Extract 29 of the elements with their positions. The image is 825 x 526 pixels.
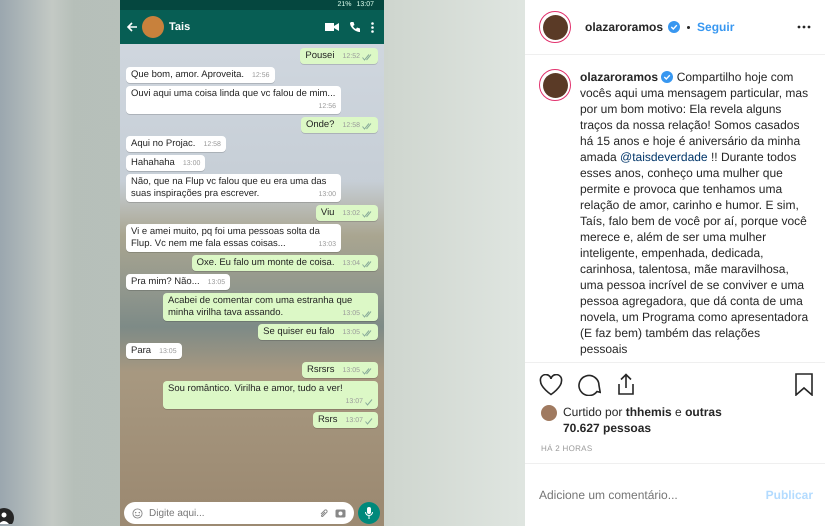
verified-badge-icon xyxy=(668,21,680,33)
profile-avatar[interactable] xyxy=(539,69,571,101)
post-timestamp: HÁ 2 HORAS xyxy=(540,443,594,455)
contact-avatar xyxy=(142,16,164,38)
username-link[interactable]: olazaroramos xyxy=(580,70,658,84)
verified-badge-icon xyxy=(661,71,674,83)
mention-link[interactable]: @taisdeverdade xyxy=(620,150,708,164)
likes-summary: Curtido por thhemis e outras 70.627 pessoas xyxy=(563,404,723,436)
comment-icon[interactable] xyxy=(577,373,601,396)
microphone-icon xyxy=(365,507,373,519)
contact-name: Tais xyxy=(169,21,192,33)
back-arrow-icon[interactable] xyxy=(126,21,138,33)
profile-avatar[interactable] xyxy=(539,11,571,43)
separator-dot xyxy=(687,26,690,28)
phone-icon[interactable] xyxy=(349,21,361,33)
bookmark-icon[interactable] xyxy=(795,373,813,396)
microphone-button[interactable] xyxy=(358,502,380,524)
video-camera-icon[interactable] xyxy=(325,22,339,32)
paperclip-icon[interactable] xyxy=(319,508,329,518)
more-options-icon[interactable] xyxy=(371,22,374,32)
message-bar[interactable]: Digite aqui... xyxy=(124,502,354,524)
more-options-icon[interactable] xyxy=(797,25,811,29)
post-caption: olazaroramos Compartilho hoje com vocês aqui uma mensagem particular, mas por um bom motivo: Ela revela alguns traços da nossa relação! Somos casados há 15 anos e hoje é aniversário da minha amada @taisdeverdade !! Durante todos esses anos, conheço uma mulher que permite e provoca que tenhamos uma relação de amor, carinho e humor. E sim, Taís, falo bem de você por aí, porque você merece e, além de ser uma mulher inteligente, empenhada, dedicada, carinhosa, talentosa, mãe maravilhosa, uma pessoa incrível de se conviver e uma pessoa agregadora, que dá conta de uma novela, um Programa como apresentadora (E faz bem) também das relações pessoais xyxy=(580,69,810,357)
heart-icon[interactable] xyxy=(539,374,563,396)
smiley-icon[interactable] xyxy=(132,508,143,518)
liker-avatar xyxy=(541,405,557,421)
username-link[interactable]: olazaroramos xyxy=(585,20,664,34)
share-icon[interactable] xyxy=(615,373,637,396)
camera-icon[interactable] xyxy=(335,508,346,518)
